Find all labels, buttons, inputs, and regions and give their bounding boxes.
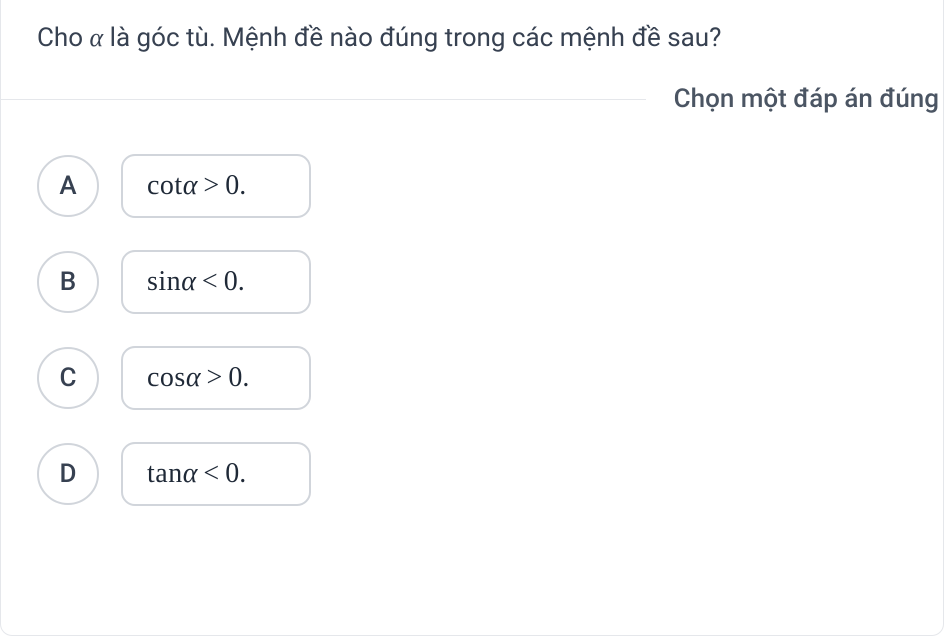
option-c-formula[interactable]: cosα>0 . (121, 346, 311, 410)
formula-tail: . (239, 458, 246, 490)
option-c-button[interactable]: C (37, 347, 99, 409)
quiz-container: Cho α là góc tù. Mệnh đề nào đúng trong … (0, 0, 944, 636)
instruction-text: Chọn một đáp án đúng (646, 84, 943, 114)
question-variable: α (90, 23, 104, 52)
option-c-row: C cosα>0 . (37, 346, 943, 410)
formula-rhs: 0 (228, 362, 242, 394)
option-letter-label: A (59, 171, 76, 201)
option-a-row: A cotα>0 . (37, 154, 943, 218)
option-a-button[interactable]: A (37, 155, 99, 217)
formula-op: > (207, 362, 223, 394)
formula-func: sin (147, 266, 181, 298)
formula-func: cos (147, 362, 186, 394)
formula-tail: . (242, 362, 249, 394)
formula-op: < (202, 266, 218, 298)
option-a-formula[interactable]: cotα>0 . (121, 154, 311, 218)
formula-func: tan (147, 458, 183, 490)
formula-tail: . (238, 266, 245, 298)
question-prefix: Cho (37, 23, 90, 53)
formula-func: cot (147, 170, 183, 202)
option-b-formula[interactable]: sinα<0 . (121, 250, 311, 314)
option-d-formula[interactable]: tanα<0 . (121, 442, 311, 506)
formula-tail: . (239, 170, 246, 202)
option-letter-label: B (60, 267, 76, 297)
divider-line (1, 99, 646, 100)
option-b-button[interactable]: B (37, 251, 99, 313)
divider-row: Chọn một đáp án đúng (1, 84, 943, 114)
formula-var: α (183, 458, 198, 490)
formula-var: α (186, 362, 201, 394)
formula-op: > (203, 170, 219, 202)
formula-op: < (203, 458, 219, 490)
option-letter-label: D (60, 459, 77, 489)
option-d-row: D tanα<0 . (37, 442, 943, 506)
formula-var: α (181, 266, 196, 298)
question-text: Cho α là góc tù. Mệnh đề nào đúng trong … (1, 0, 943, 84)
formula-rhs: 0 (225, 458, 239, 490)
options-list: A cotα>0 . B sinα<0 . C cosα>0 . D (1, 154, 943, 506)
option-d-button[interactable]: D (37, 443, 99, 505)
option-letter-label: C (60, 363, 77, 393)
question-suffix: là góc tù. Mệnh đề nào đúng trong các mệ… (103, 23, 721, 53)
option-b-row: B sinα<0 . (37, 250, 943, 314)
formula-rhs: 0 (225, 170, 239, 202)
formula-var: α (183, 170, 198, 202)
formula-rhs: 0 (224, 266, 238, 298)
